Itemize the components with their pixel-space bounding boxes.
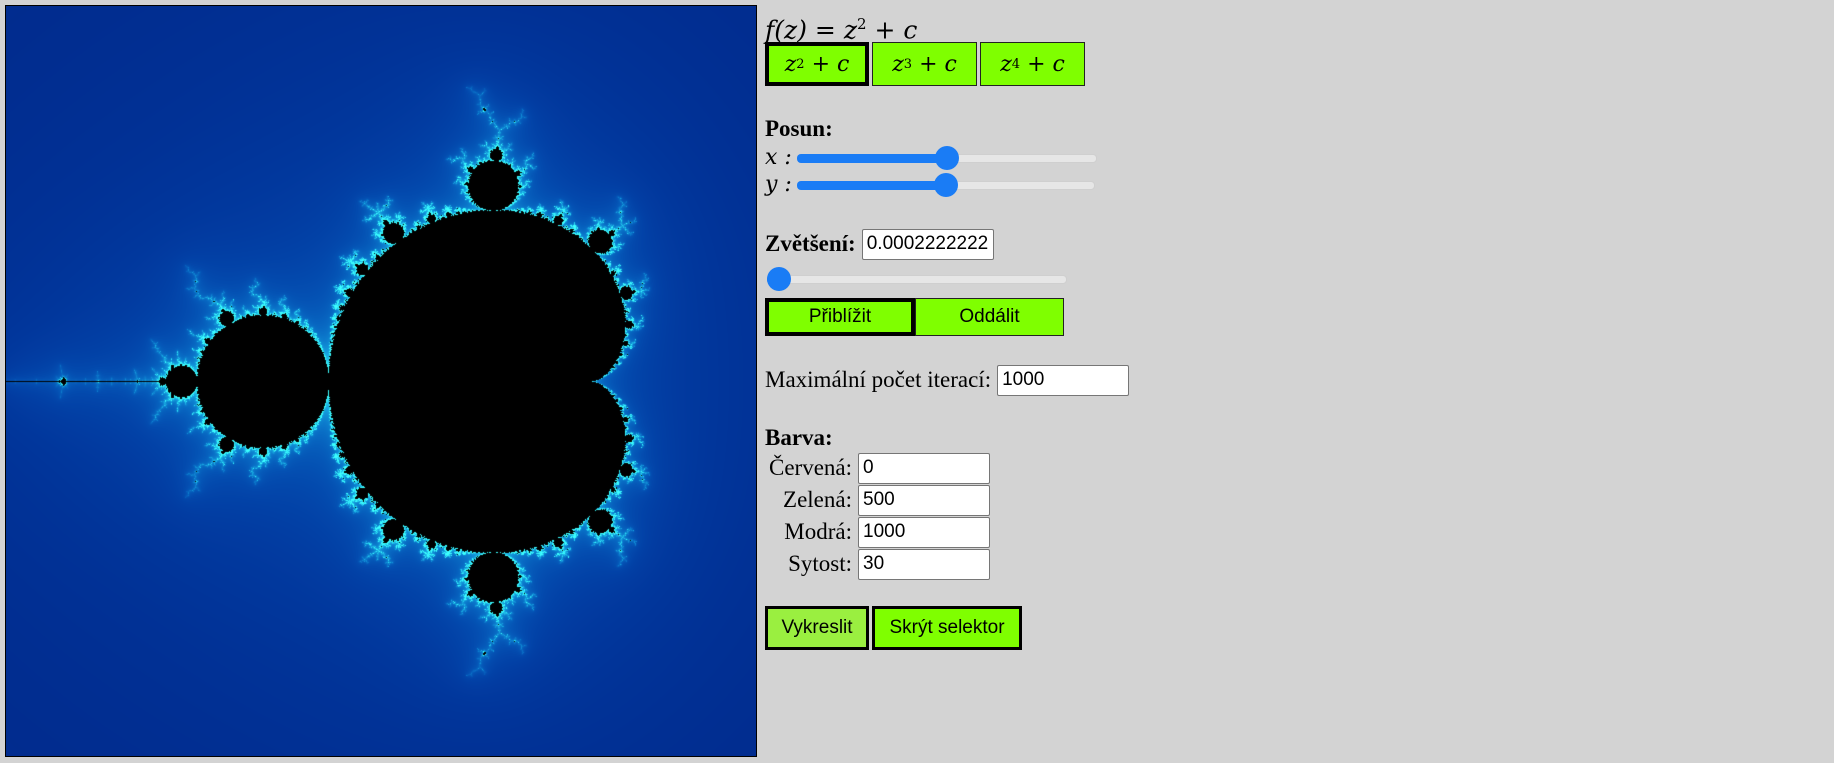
function-selector: z2 + c z3 + c z4 + c <box>765 42 1185 86</box>
zoom-buttons: Přiblížit Oddálit <box>765 298 1185 336</box>
formula-title: f(z) = z2 + c <box>765 15 918 45</box>
shift-x-slider[interactable] <box>797 144 1097 171</box>
fn-tail: + c <box>811 51 850 77</box>
zoom-out-button[interactable]: Oddálit <box>915 298 1064 336</box>
blue-label: Modrá: <box>784 519 852 544</box>
shift-y-row: y : <box>765 171 1185 198</box>
fractal-canvas[interactable] <box>5 5 757 757</box>
slider-thumb[interactable] <box>935 146 959 170</box>
shift-label: Posun: <box>765 116 833 141</box>
slider-track <box>767 275 1067 284</box>
green-label: Zelená: <box>783 487 852 512</box>
iterations-label: Maximální počet iterací: <box>765 367 992 392</box>
slider-fill <box>797 181 946 190</box>
blue-row: Modrá: <box>765 516 1185 548</box>
zoom-label: Zvětšení: <box>765 231 856 256</box>
mandelbrot-render[interactable] <box>6 6 756 756</box>
shift-x-row: x : <box>765 144 1185 171</box>
green-input[interactable] <box>858 484 990 516</box>
draw-button[interactable]: Vykreslit <box>765 606 869 650</box>
zoom-in-button[interactable]: Přiblížit <box>765 298 915 336</box>
slider-fill <box>797 154 947 163</box>
green-row: Zelená: <box>765 484 1185 516</box>
fn-tail: + c <box>1027 51 1065 77</box>
red-input[interactable] <box>858 452 990 484</box>
red-row: Červená: <box>765 452 1185 484</box>
fn-exponent: 3 <box>903 56 913 72</box>
formula-base: z <box>843 15 857 45</box>
shift-x-label: x : <box>765 145 792 170</box>
formula-function-name: f <box>765 15 775 45</box>
action-buttons: Vykreslit Skrýt selektor <box>765 606 1185 650</box>
hide-selector-button[interactable]: Skrýt selektor <box>872 606 1022 650</box>
shift-y-slider[interactable] <box>797 171 1095 198</box>
red-label: Červená: <box>768 455 852 480</box>
saturation-label: Sytost: <box>788 551 852 576</box>
slider-thumb[interactable] <box>767 267 791 291</box>
color-label: Barva: <box>765 425 833 450</box>
function-button-z3[interactable]: z3 + c <box>872 42 977 86</box>
blue-input[interactable] <box>858 516 990 548</box>
formula-tail: + c <box>874 15 918 45</box>
zoom-slider[interactable] <box>767 265 1067 292</box>
fn-exponent: 2 <box>796 56 805 72</box>
function-button-z2[interactable]: z2 + c <box>765 42 869 86</box>
saturation-row: Sytost: <box>765 548 1185 580</box>
zoom-input[interactable] <box>861 228 994 260</box>
fn-base: z <box>892 51 904 77</box>
control-panel: f(z) = z2 + c z2 + c z3 + c z4 + c Posun… <box>765 8 1185 650</box>
zoom-slider-row <box>765 265 1185 292</box>
slider-thumb[interactable] <box>934 173 958 197</box>
formula-argument: z <box>784 15 798 45</box>
fn-base: z <box>1000 51 1012 77</box>
function-button-z4[interactable]: z4 + c <box>980 42 1085 86</box>
zoom-row: Zvětšení: <box>765 228 1185 260</box>
formula-exponent: 2 <box>856 15 867 33</box>
fn-base: z <box>784 51 797 77</box>
iterations-row: Maximální počet iterací: <box>765 364 1185 396</box>
shift-y-label: y : <box>765 172 792 197</box>
saturation-input[interactable] <box>858 548 990 580</box>
iterations-input[interactable] <box>997 364 1130 396</box>
fn-exponent: 4 <box>1011 56 1021 72</box>
fn-tail: + c <box>919 51 957 77</box>
